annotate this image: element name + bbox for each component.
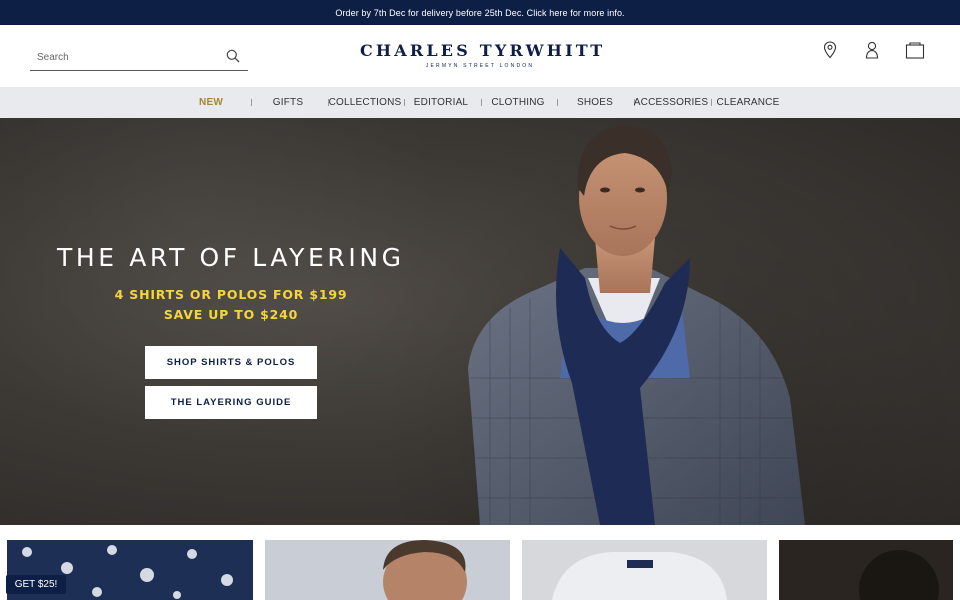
account-icon[interactable] <box>862 40 882 60</box>
hero-title: THE ART OF LAYERING <box>57 243 405 272</box>
promo-banner[interactable]: Order by 7th Dec for delivery before 25t… <box>0 0 960 25</box>
nav-item-collections[interactable]: COLLECTIONS <box>329 87 402 118</box>
brand-name: CHARLES TYRWHITT <box>360 41 606 60</box>
nav-divider <box>251 99 252 106</box>
nav-item-accessories[interactable]: ACCESSORIES <box>634 87 708 118</box>
shopping-bag-icon[interactable] <box>904 40 926 60</box>
nav-item-editorial[interactable]: EDITORIAL <box>414 87 468 118</box>
card-dark-portrait[interactable] <box>779 540 953 600</box>
search-icon[interactable] <box>226 49 240 63</box>
card-folded-knit[interactable] <box>522 540 767 600</box>
location-pin-icon[interactable] <box>820 40 840 60</box>
nav-item-gifts[interactable]: GIFTS <box>273 87 303 118</box>
nav-item-clothing[interactable]: CLOTHING <box>491 87 544 118</box>
brand-tagline: JERMYN STREET LONDON <box>425 63 535 69</box>
search-input[interactable] <box>30 44 220 70</box>
search-bar <box>30 44 248 71</box>
shop-shirts-polos-button[interactable]: SHOP SHIRTS & POLOS <box>145 346 317 379</box>
main-nav: NEW GIFTS COLLECTIONS EDITORIAL CLOTHING… <box>0 87 960 118</box>
layering-guide-button[interactable]: THE LAYERING GUIDE <box>145 386 317 419</box>
brand-logo[interactable]: CHARLES TYRWHITT JERMYN STREET LONDON <box>360 41 606 73</box>
nav-item-new[interactable]: NEW <box>199 87 223 118</box>
promo-text[interactable]: Order by 7th Dec for delivery before 25t… <box>335 8 624 18</box>
nav-item-shoes[interactable]: SHOES <box>577 87 613 118</box>
site-header: CHARLES TYRWHITT JERMYN STREET LONDON <box>0 25 960 87</box>
hero-banner[interactable]: THE ART OF LAYERING 4 SHIRTS OR POLOS FO… <box>0 118 960 525</box>
nav-item-clearance[interactable]: CLEARANCE <box>717 87 780 118</box>
hero-offer-line-1: 4 SHIRTS OR POLOS FOR $199 <box>114 287 348 302</box>
nav-divider <box>557 99 558 106</box>
product-card-row <box>0 525 960 600</box>
get-discount-badge[interactable]: GET $25! <box>6 575 66 594</box>
nav-divider <box>481 99 482 106</box>
card-man-portrait[interactable] <box>265 540 510 600</box>
hero-offer-line-2: SAVE UP TO $240 <box>163 307 299 322</box>
nav-divider <box>404 99 405 106</box>
nav-divider <box>711 99 712 106</box>
